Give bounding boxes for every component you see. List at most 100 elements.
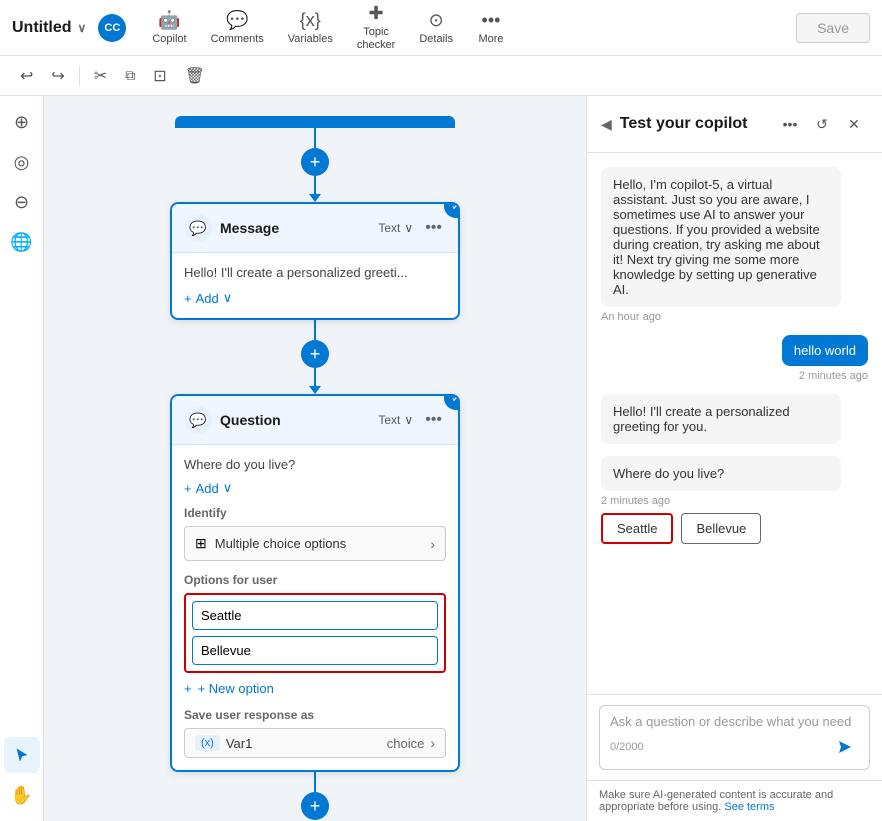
add-node-button-3[interactable]: +	[301, 792, 329, 820]
undo-button[interactable]: ↩	[12, 62, 41, 90]
question-add-link[interactable]: + Add ∨	[184, 480, 446, 496]
details-button[interactable]: ⊙ Details	[409, 4, 463, 51]
copilot-refresh-button[interactable]: ↺	[808, 110, 836, 138]
question-type-badge[interactable]: Text ∨	[378, 413, 413, 427]
title-chevron[interactable]: ∨	[78, 21, 87, 35]
connector-line-3	[314, 368, 316, 388]
question-card-header: 💬 Question Text ∨ •••	[172, 396, 458, 445]
var-row[interactable]: (x) Var1 choice ›	[184, 728, 446, 758]
expand-icon[interactable]: ◀	[601, 116, 612, 133]
comments-icon: 💬	[226, 10, 248, 31]
copilot-close-button[interactable]: ✕	[840, 110, 868, 138]
type-chevron: ∨	[404, 221, 413, 235]
question-card: 💬 Question Text ∨ ••• Where do you live?…	[170, 394, 460, 772]
target-button[interactable]: ◎	[4, 144, 40, 180]
user-time-1: 2 minutes ago	[799, 370, 868, 382]
connector-line-2	[314, 320, 316, 340]
var-choice: choice	[387, 736, 425, 751]
bot-bubble-2: Hello! I'll create a personalized greeti…	[601, 394, 841, 444]
variables-icon: {x}	[300, 10, 321, 31]
bot-bubble-1: Hello, I'm copilot-5, a virtual assistan…	[601, 167, 841, 307]
options-section: Options for user + + New option	[184, 573, 446, 696]
copilot-label: Copilot	[152, 33, 186, 45]
chat-input-box[interactable]: Ask a question or describe what you need…	[599, 705, 870, 770]
copilot-footer: Make sure AI-generated content is accura…	[587, 780, 882, 821]
zoom-in-button[interactable]: ⊕	[4, 104, 40, 140]
copilot-more-button[interactable]: •••	[776, 110, 804, 138]
copilot-panel-header: ◀ Test your copilot ••• ↺ ✕	[587, 96, 882, 153]
q-add-plus: +	[184, 481, 192, 496]
more-button[interactable]: ••• More	[467, 4, 515, 51]
new-option-plus: +	[184, 681, 192, 696]
var-tag: (x)	[195, 735, 220, 751]
copilot-panel-title: Test your copilot	[620, 115, 768, 133]
hand-button[interactable]: ✋	[4, 777, 40, 813]
connector-top	[314, 128, 316, 148]
redo-button[interactable]: ↪	[43, 62, 72, 90]
message-type-badge[interactable]: Text ∨	[378, 221, 413, 235]
copilot-test-panel: ◀ Test your copilot ••• ↺ ✕ Hello, I'm c…	[586, 96, 882, 821]
identify-row[interactable]: ⊞ Multiple choice options ›	[184, 526, 446, 561]
identify-option-text: Multiple choice options	[215, 536, 431, 551]
user-bubble-1: hello world	[782, 335, 868, 366]
topic-checker-button[interactable]: ✚ Topicchecker	[347, 0, 406, 58]
option-input-1[interactable]	[192, 601, 438, 630]
add-node-button-2[interactable]: +	[301, 340, 329, 368]
char-count: 0/2000	[610, 741, 825, 753]
save-button[interactable]: Save	[796, 13, 870, 43]
copy-button[interactable]: ⧉	[117, 63, 143, 88]
more-label: More	[478, 33, 503, 45]
bot-message-3: Where do you live? 2 minutes ago Seattle…	[601, 456, 868, 544]
identify-section: Identify ⊞ Multiple choice options ›	[184, 506, 446, 561]
cut-button[interactable]: ✂	[86, 62, 115, 90]
duplicate-button[interactable]: ⊡	[145, 62, 174, 90]
question-menu[interactable]: •••	[421, 411, 446, 429]
bellevue-choice-button[interactable]: Bellevue	[681, 513, 761, 544]
options-label: Options for user	[184, 573, 446, 587]
var-chevron: ›	[430, 735, 435, 751]
comments-label: Comments	[211, 33, 264, 45]
zoom-out-button[interactable]: ⊖	[4, 184, 40, 220]
seattle-choice-button[interactable]: Seattle	[601, 513, 673, 544]
edit-toolbar: ↩ ↪ ✂ ⧉ ⊡ 🗑	[0, 56, 882, 96]
variables-label: Variables	[288, 33, 333, 45]
copilot-button[interactable]: 🤖 Copilot	[142, 4, 196, 51]
delete-button[interactable]: 🗑	[177, 62, 213, 90]
option-input-2[interactable]	[192, 636, 438, 665]
details-label: Details	[419, 33, 453, 45]
bot-message-1: Hello, I'm copilot-5, a virtual assistan…	[601, 167, 868, 323]
message-add-link[interactable]: + Add ∨	[184, 290, 446, 306]
copilot-actions: ••• ↺ ✕	[776, 110, 868, 138]
add-node-button-1[interactable]: +	[301, 148, 329, 176]
options-box	[184, 593, 446, 673]
app-title: Untitled ∨	[12, 19, 86, 37]
details-icon: ⊙	[429, 10, 444, 31]
option-1-field[interactable]	[193, 602, 437, 629]
q-add-chevron: ∨	[223, 480, 233, 496]
topic-checker-label: Topicchecker	[357, 26, 396, 52]
comments-button[interactable]: 💬 Comments	[201, 4, 274, 51]
cursor-button[interactable]	[4, 737, 40, 773]
see-terms-link[interactable]: See terms	[724, 801, 774, 813]
question-card-title: Question	[220, 412, 370, 428]
message-card-title: Message	[220, 220, 370, 236]
send-button[interactable]	[831, 733, 859, 761]
user-avatar: CC	[98, 14, 126, 42]
user-message-1: hello world 2 minutes ago	[601, 335, 868, 382]
new-option-label: + New option	[198, 681, 274, 696]
question-type-chevron: ∨	[404, 413, 413, 427]
toolbar2-separator	[79, 66, 80, 86]
canvas-area[interactable]: + 💬 Message Text ∨ ••• Hello! I'll creat…	[44, 96, 586, 821]
globe-button[interactable]: 🌐	[4, 224, 40, 260]
arrow-1	[309, 194, 321, 202]
connector-line-1	[314, 176, 316, 196]
bot-time-3: 2 minutes ago	[601, 495, 868, 507]
option-2-field[interactable]	[193, 637, 437, 664]
message-menu[interactable]: •••	[421, 219, 446, 237]
q-add-label: Add	[196, 481, 219, 496]
variables-button[interactable]: {x} Variables	[278, 4, 343, 51]
identify-icon: ⊞	[195, 535, 207, 552]
chat-input-placeholder: Ask a question or describe what you need	[610, 714, 859, 729]
add-plus: +	[184, 291, 192, 306]
new-option-button[interactable]: + + New option	[184, 681, 446, 696]
